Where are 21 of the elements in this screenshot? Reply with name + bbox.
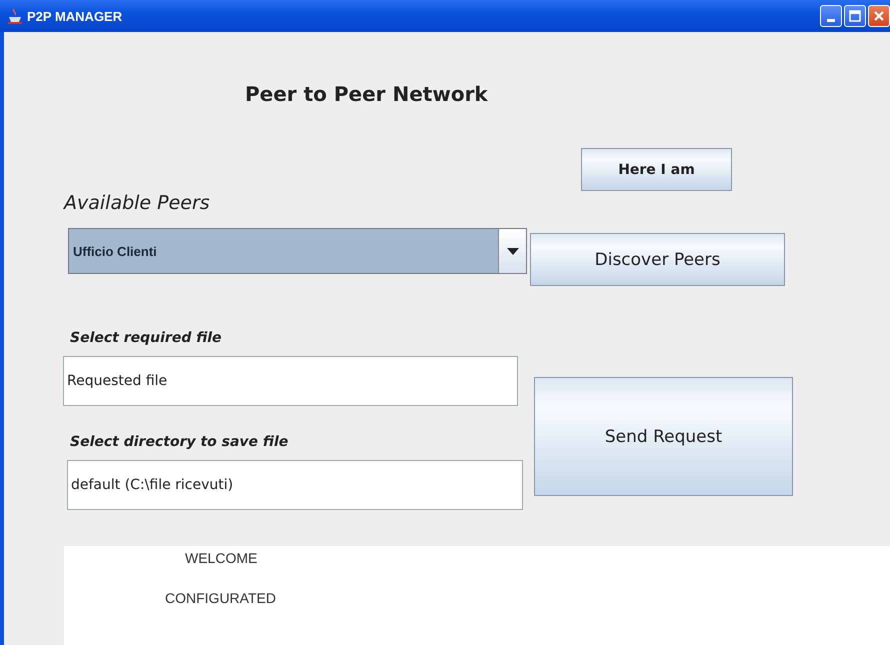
- file-input-field[interactable]: Requested file: [63, 356, 518, 406]
- minimize-icon: [827, 18, 835, 22]
- dropdown-arrow-icon: [506, 248, 518, 254]
- discover-peers-button[interactable]: Discover Peers: [530, 233, 785, 286]
- peers-label: Available Peers: [64, 192, 211, 214]
- close-button[interactable]: [868, 5, 890, 27]
- peer-dropdown[interactable]: Ufficio Clienti: [68, 228, 527, 274]
- minimize-button[interactable]: [820, 5, 842, 27]
- window-title: P2P MANAGER: [27, 8, 122, 24]
- close-icon: [873, 10, 885, 22]
- file-label: Select required file: [70, 330, 223, 346]
- log-line: WELCOME: [185, 550, 258, 566]
- cup-icon: [8, 8, 22, 24]
- maximize-button[interactable]: [844, 5, 866, 27]
- here-i-am-button[interactable]: Here I am: [581, 148, 732, 191]
- send-request-button[interactable]: Send Request: [534, 377, 793, 496]
- directory-label: Select directory to save file: [70, 434, 290, 450]
- page-heading: Peer to Peer Network: [245, 82, 489, 106]
- directory-input-field[interactable]: default (C:\file ricevuti): [67, 460, 523, 510]
- maximize-icon: [849, 10, 861, 22]
- log-line: CONFIGURATED: [165, 590, 276, 606]
